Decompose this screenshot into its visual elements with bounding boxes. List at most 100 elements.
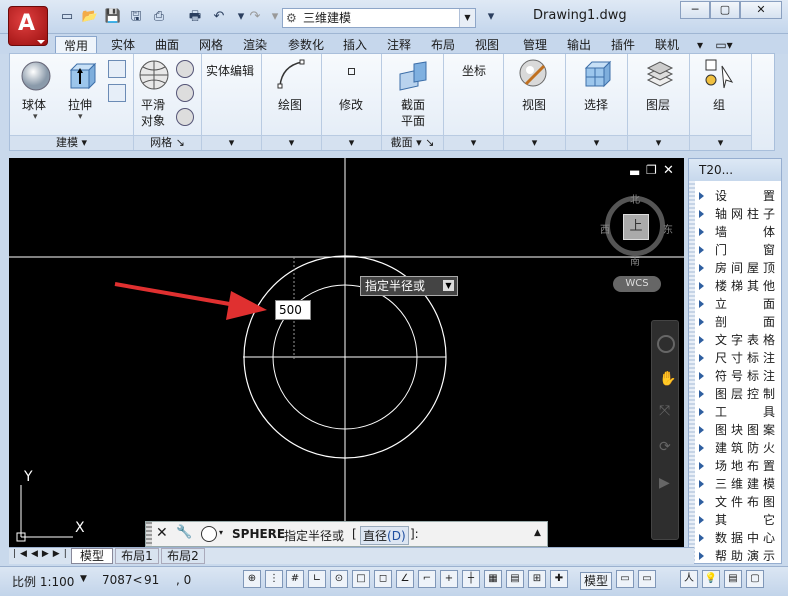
tab-render[interactable]: 渲染 [236, 36, 274, 54]
palette-item[interactable]: 立 面 [699, 295, 779, 313]
undo-icon[interactable]: ↶ [210, 9, 228, 25]
tab-parametric[interactable]: 参数化 [282, 36, 330, 54]
tab-layout1[interactable]: 布局1 [115, 548, 159, 564]
snap-mode-icon[interactable]: ⋮ [265, 570, 283, 588]
panel-layers-foot[interactable]: ▾ [628, 135, 689, 150]
view-label[interactable]: 视图 [522, 96, 546, 113]
layers-label[interactable]: 图层 [646, 96, 670, 113]
palette-item[interactable]: 建筑防火 [699, 439, 779, 457]
palette-item[interactable]: 文字表格 [699, 331, 779, 349]
draw-label[interactable]: 绘图 [278, 96, 302, 113]
palette-item[interactable]: 数据中心 [699, 529, 779, 547]
customize-qat-icon[interactable]: ▾ [482, 9, 500, 25]
expand-arrow-icon[interactable] [699, 408, 704, 416]
expand-arrow-icon[interactable] [699, 318, 704, 326]
expand-arrow-icon[interactable] [699, 426, 704, 434]
grid-display-icon[interactable]: # [286, 570, 304, 588]
extrude-icon[interactable] [65, 60, 97, 92]
mesh-remove-icon[interactable] [176, 84, 194, 102]
steering-wheel-icon[interactable] [657, 335, 675, 353]
smooth-object-icon[interactable] [138, 59, 170, 91]
panel-select-foot[interactable]: ▾ [566, 135, 627, 150]
open-file-icon[interactable]: 📂 [81, 9, 99, 25]
command-line-grip[interactable] [146, 522, 152, 546]
expand-arrow-icon[interactable] [699, 444, 704, 452]
box-icon[interactable] [108, 60, 126, 78]
coordinates-label[interactable]: 坐标 [462, 62, 486, 79]
panel-view-foot[interactable]: ▾ [504, 135, 565, 150]
viewcube-top-face[interactable]: 上 [623, 214, 649, 240]
object-snap-icon[interactable]: □ [352, 570, 370, 588]
dynamic-input-field[interactable]: 500 [275, 300, 311, 320]
palette-item[interactable]: 其 它 [699, 511, 779, 529]
palette-item[interactable]: 图块图案 [699, 421, 779, 439]
modify-icon[interactable] [348, 68, 355, 75]
pan-icon[interactable]: ✋ [659, 371, 676, 387]
groups-label[interactable]: 组 [713, 96, 725, 113]
palette-item[interactable]: 工 具 [699, 403, 779, 421]
launcher-icon[interactable]: ↘ [425, 136, 434, 149]
tab-online[interactable]: 联机 [648, 36, 686, 54]
panel-draw-foot[interactable]: ▾ [262, 135, 321, 150]
expand-arrow-icon[interactable] [699, 228, 704, 236]
orbit-icon[interactable]: ⟳ [659, 439, 671, 455]
expand-arrow-icon[interactable] [699, 300, 704, 308]
palette-item[interactable]: 文件布图 [699, 493, 779, 511]
tab-surface[interactable]: 曲面 [148, 36, 186, 54]
launcher-icon[interactable]: ↘ [176, 136, 185, 149]
lineweight-icon[interactable]: ┼ [462, 570, 480, 588]
solid-edit-label[interactable]: 实体编辑 [206, 62, 254, 79]
expand-arrow-icon[interactable] [699, 534, 704, 542]
tab-model[interactable]: 模型 [71, 548, 113, 564]
clean-screen-icon[interactable]: ▢ [746, 570, 764, 588]
tab-layout[interactable]: 布局 [424, 36, 462, 54]
coordinates-x[interactable]: 7087< [102, 573, 143, 587]
model-space-toggle[interactable]: 模型 [580, 572, 612, 590]
compass-east[interactable]: 东 [663, 221, 673, 236]
palette-item[interactable]: 房间屋顶 [699, 259, 779, 277]
panel-solid-edit-foot[interactable]: ▾ [202, 135, 261, 150]
expand-arrow-icon[interactable] [699, 264, 704, 272]
expand-arrow-icon[interactable] [699, 246, 704, 254]
close-icon[interactable]: ✕ [156, 525, 168, 541]
palette-title[interactable]: T20... [689, 159, 781, 181]
quick-properties-icon[interactable]: ▤ [506, 570, 524, 588]
viewport-minimize-icon[interactable]: ▬ [629, 165, 640, 179]
draw-arc-icon[interactable] [276, 58, 308, 90]
palette-item[interactable]: 门 窗 [699, 241, 779, 259]
wrench-icon[interactable]: 🔧 [176, 525, 192, 540]
section-plane-label-1[interactable]: 截面 [401, 96, 425, 113]
plot-preview-icon[interactable]: ⎙ [150, 9, 168, 25]
ribbon-toggle-icon[interactable]: ▭▾ [710, 36, 738, 54]
palette-item[interactable]: 墙 体 [699, 223, 779, 241]
palette-grip[interactable] [689, 159, 695, 563]
chevron-down-icon[interactable]: ▾ [78, 112, 83, 122]
compass-south[interactable]: 南 [630, 253, 640, 268]
chevron-down-icon[interactable]: ▼ [459, 9, 475, 27]
expand-arrow-icon[interactable] [699, 210, 704, 218]
scale-value[interactable]: 比例 1:100 [12, 573, 74, 590]
palette-item[interactable]: 符号标注 [699, 367, 779, 385]
minimize-button[interactable]: ─ [680, 1, 710, 19]
tab-more-icon[interactable]: ▾ [690, 36, 710, 54]
tab-insert[interactable]: 插入 [336, 36, 374, 54]
layers-icon[interactable] [644, 58, 676, 90]
group-icon[interactable] [704, 58, 736, 90]
sphere-icon[interactable] [20, 60, 52, 92]
tab-view[interactable]: 视图 [468, 36, 506, 54]
chevron-down-icon[interactable]: ▾ [33, 112, 38, 122]
tab-output[interactable]: 输出 [560, 36, 598, 54]
ortho-mode-icon[interactable]: ∟ [308, 570, 326, 588]
select-label[interactable]: 选择 [584, 96, 608, 113]
quick-view-drawings-icon[interactable]: ▭ [638, 570, 656, 588]
command-history-icon[interactable]: ▲ [534, 528, 541, 538]
maximize-button[interactable]: ▢ [710, 1, 740, 19]
expand-arrow-icon[interactable] [699, 516, 704, 524]
tab-mesh[interactable]: 网格 [192, 36, 230, 54]
coordinates-z[interactable]: , 0 [176, 573, 191, 587]
expand-arrow-icon[interactable] [699, 390, 704, 398]
option-diameter[interactable]: 直径(D) [360, 526, 409, 545]
panel-mesh-title[interactable]: 网格 ↘ [134, 135, 201, 150]
polar-tracking-icon[interactable]: ⊙ [330, 570, 348, 588]
expand-arrow-icon[interactable] [699, 282, 704, 290]
